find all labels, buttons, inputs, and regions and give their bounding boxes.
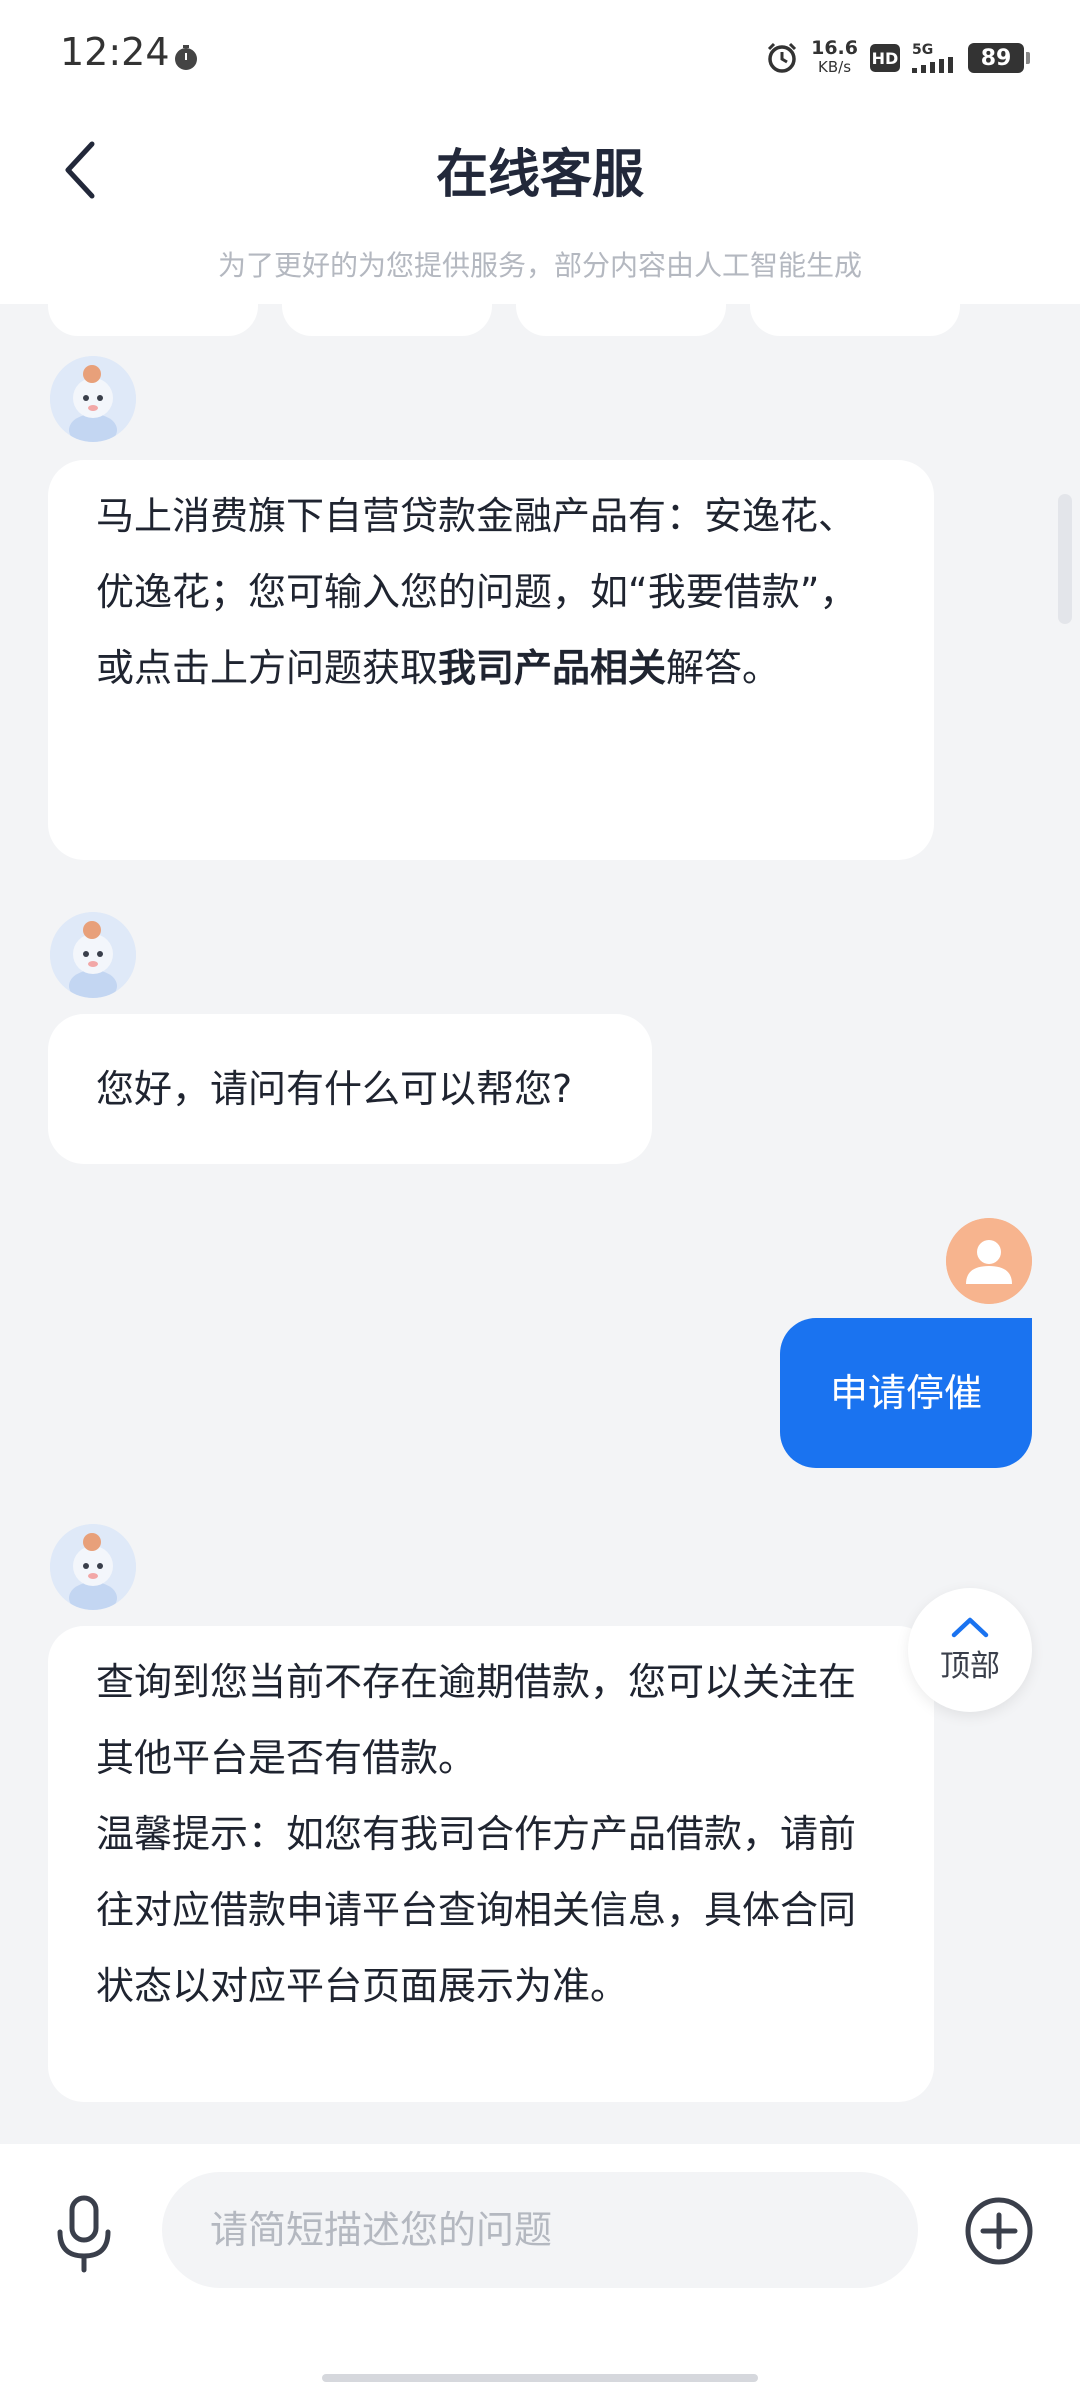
- question-input[interactable]: [162, 2172, 918, 2288]
- customer-service-chat-screen: 12:24 16.6 KB/s HD 5G 89 在线客服 为了更好的为您提供服…: [0, 0, 1080, 2388]
- status-bar: 12:24 16.6 KB/s HD 5G 89: [0, 0, 1080, 118]
- network-speed-value: 16.6: [811, 37, 858, 59]
- status-time: 12:24: [60, 30, 170, 74]
- bot-avatar: [50, 1524, 136, 1610]
- plus-circle-icon[interactable]: [964, 2196, 1034, 2266]
- quick-question-chip[interactable]: [750, 304, 960, 336]
- signal-bars-icon: [912, 57, 953, 73]
- microphone-icon[interactable]: [52, 2194, 116, 2274]
- header: 在线客服 为了更好的为您提供服务，部分内容由人工智能生成: [0, 118, 1080, 304]
- quick-question-chip[interactable]: [282, 304, 492, 336]
- ai-disclaimer: 为了更好的为您提供服务，部分内容由人工智能生成: [217, 249, 862, 282]
- status-indicators: 16.6 KB/s HD 5G 89: [765, 36, 1030, 80]
- network-type: 5G: [912, 42, 934, 58]
- robot-mascot-icon: [50, 912, 136, 998]
- user-avatar: [946, 1218, 1032, 1304]
- robot-mascot-icon: [50, 356, 136, 442]
- scrollbar-thumb[interactable]: [1058, 494, 1072, 624]
- network-speed-unit: KB/s: [818, 58, 852, 76]
- bot-message-bubble: 您好，请问有什么可以帮您?: [48, 1014, 652, 1164]
- back-to-top-button[interactable]: 顶部: [908, 1588, 1032, 1712]
- robot-mascot-icon: [50, 1524, 136, 1610]
- quick-question-chip[interactable]: [516, 304, 726, 336]
- network-speed: 16.6 KB/s: [811, 39, 858, 77]
- user-avatar-icon: [946, 1218, 1032, 1304]
- timer-icon: [175, 45, 197, 70]
- home-indicator[interactable]: [322, 2374, 758, 2382]
- message-text: 温馨提示：如您有我司合作方产品借款，请前往对应借款申请平台查询相关信息，具体合同…: [96, 1812, 857, 2008]
- quick-question-chip[interactable]: [48, 304, 258, 336]
- bot-avatar: [50, 356, 136, 442]
- alarm-icon: [768, 42, 797, 73]
- user-message-bubble: 申请停催: [779, 1318, 1032, 1468]
- back-to-top-label: 顶部: [940, 1649, 1000, 1684]
- message-input-bar: [0, 2144, 1080, 2388]
- message-text: 查询到您当前不存在逾期借款，您可以关注在其他平台是否有借款。: [96, 1660, 857, 1780]
- bot-avatar: [50, 912, 136, 998]
- bot-message-bubble: 查询到您当前不存在逾期借款，您可以关注在其他平台是否有借款。 温馨提示：如您有我…: [48, 1626, 934, 2102]
- battery-indicator: 89: [968, 43, 1030, 73]
- message-bold-text: 我司产品相关: [438, 646, 667, 690]
- page-title: 在线客服: [435, 145, 644, 205]
- chevron-up-icon: [951, 1617, 989, 1638]
- message-text: 申请停催: [829, 1371, 982, 1415]
- message-text: 解答。: [666, 646, 781, 690]
- chat-message-list[interactable]: 马上消费旗下自营贷款金融产品有：安逸花、优逸花；您可输入您的问题，如“我要借款”…: [0, 304, 1080, 2144]
- network-signal: 5G: [912, 43, 956, 73]
- hd-badge: HD: [870, 44, 900, 72]
- bot-message-bubble: 马上消费旗下自营贷款金融产品有：安逸花、优逸花；您可输入您的问题，如“我要借款”…: [48, 460, 934, 860]
- message-text: 您好，请问有什么可以帮您?: [96, 1067, 573, 1111]
